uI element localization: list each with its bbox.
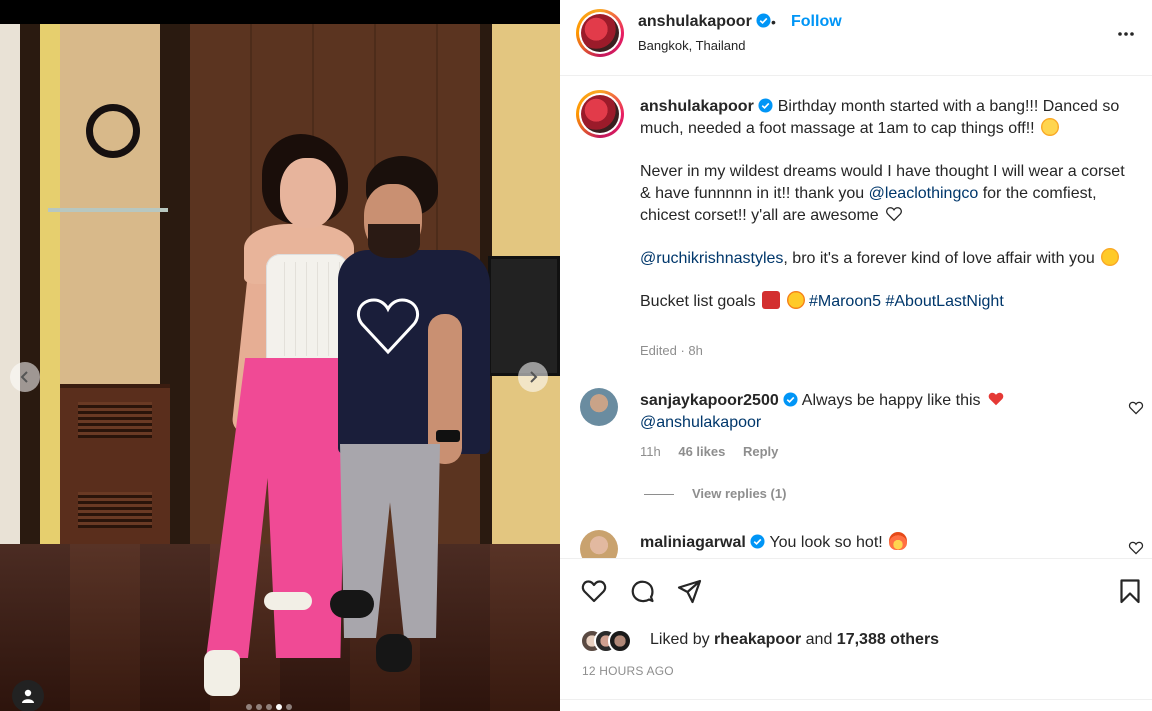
author-avatar[interactable] — [576, 9, 624, 57]
photo-man-shoe — [330, 590, 374, 618]
author-username-text[interactable]: anshulakapoor — [638, 13, 752, 30]
carousel-dot — [286, 704, 292, 710]
comment-avatar[interactable] — [580, 388, 618, 426]
rofl-emoji-icon — [1041, 118, 1060, 136]
tagged-users-button[interactable] — [12, 680, 44, 711]
user-icon — [22, 689, 34, 703]
verified-badge-icon — [758, 98, 773, 113]
photo-woman-face — [280, 158, 336, 228]
verified-badge-icon — [756, 13, 771, 28]
post-timestamp[interactable]: 12 HOURS AGO — [582, 664, 674, 678]
comment-username[interactable]: sanjaykapoor2500 — [640, 392, 779, 409]
liker-avatar[interactable] — [608, 629, 632, 653]
caption-username[interactable]: anshulakapoor — [640, 98, 754, 115]
caption-author-avatar[interactable] — [576, 90, 624, 138]
carousel-dots — [246, 704, 292, 710]
photo-vent — [78, 402, 152, 438]
liked-by-and: and — [805, 631, 833, 648]
photo-watch — [436, 430, 460, 442]
view-replies-label[interactable]: View replies (1) — [692, 486, 786, 501]
comment-meta: 11h 46 likes Reply — [640, 444, 792, 459]
photo-vent — [78, 492, 152, 528]
chevron-left-icon — [20, 371, 28, 383]
caption-para3-b: , bro it's a forever kind of love affair… — [783, 250, 1095, 267]
liked-by-others-link[interactable]: 17,388 others — [837, 631, 939, 648]
comment-body: You look so hot! — [769, 534, 883, 551]
kissing-emoji-icon — [1101, 248, 1120, 266]
photo-man-beard — [368, 224, 420, 258]
post-header: anshulakapoor • Follow Bangkok, Thailand — [560, 0, 1152, 76]
follow-button[interactable]: Follow — [791, 13, 842, 31]
save-bookmark-icon[interactable] — [1116, 577, 1144, 605]
mention-anshulakapoor[interactable]: @anshulakapoor — [640, 414, 761, 431]
caption-para4-a: Bucket list goals — [640, 293, 756, 310]
white-heart-emoji-icon — [886, 207, 903, 222]
share-send-icon[interactable] — [676, 577, 704, 605]
heart-eyes-emoji-icon — [786, 291, 805, 309]
carousel-dot — [246, 704, 252, 710]
mention-ruchikrishnastyles[interactable]: @ruchikrishnastyles — [640, 250, 783, 267]
red-heart-emoji-icon — [988, 392, 1004, 406]
post-side-panel: anshulakapoor • Follow Bangkok, Thailand… — [560, 0, 1152, 711]
liked-by-prefix: Liked by — [650, 631, 710, 648]
caption-edited-time: Edited · 8h — [640, 343, 703, 358]
comment-avatar[interactable] — [580, 530, 618, 558]
comment-bubble-icon[interactable] — [628, 577, 656, 605]
post-location[interactable]: Bangkok, Thailand — [638, 38, 745, 53]
photo-tv — [488, 256, 560, 376]
photo-woman-shoe — [264, 592, 312, 610]
hashtag-aboutlastnight[interactable]: #AboutLastNight — [885, 293, 1003, 310]
carousel-dot — [256, 704, 262, 710]
mention-leaclothingco[interactable]: @leaclothingco — [869, 185, 979, 202]
comment-like-heart-icon[interactable] — [1128, 400, 1144, 416]
carousel-dot — [266, 704, 272, 710]
comment-text: sanjaykapoor2500 Always be happy like th… — [640, 390, 1100, 434]
divider — [560, 699, 1152, 700]
photo-corset — [266, 254, 348, 364]
comment-time: 11h — [640, 444, 661, 459]
hundred-emoji-icon — [762, 291, 781, 309]
fire-emoji-icon — [889, 532, 908, 550]
verified-badge-icon — [750, 534, 765, 549]
photo-man-shoe — [376, 634, 412, 672]
chevron-right-icon — [530, 371, 538, 383]
more-options-icon[interactable] — [1114, 22, 1138, 46]
carousel-next-button[interactable] — [518, 362, 548, 392]
view-replies-line — [644, 494, 674, 496]
comment-like-heart-icon[interactable] — [1128, 540, 1144, 556]
caption-text: anshulakapoor Birthday month started wit… — [640, 96, 1130, 334]
comment-text: maliniagarwal You look so hot! — [640, 532, 1100, 554]
comment-body: Always be happy like this — [801, 392, 981, 409]
photo-shelf — [48, 208, 168, 212]
author-username[interactable]: anshulakapoor — [638, 13, 771, 31]
photo-woman-shoe — [204, 650, 240, 696]
post-photo[interactable] — [0, 24, 560, 711]
post-actions: Liked by rheakapoor and 17,388 others 12… — [560, 558, 1152, 710]
photo-tshirt-heart-print — [357, 298, 419, 355]
comment-username[interactable]: maliniagarwal — [640, 534, 746, 551]
verified-badge-icon — [783, 392, 798, 407]
photo-cabinet — [60, 384, 170, 544]
liked-by-user-link[interactable]: rheakapoor — [714, 631, 801, 648]
like-heart-icon[interactable] — [580, 577, 608, 605]
comment-reply-button[interactable]: Reply — [743, 444, 778, 459]
comment-likes[interactable]: 46 likes — [678, 444, 725, 459]
liker-avatars — [580, 629, 650, 653]
header-separator: • — [771, 14, 776, 30]
comment-item: maliniagarwal You look so hot! — [560, 530, 1152, 558]
photo-mirror — [86, 104, 140, 158]
hashtag-maroon5[interactable]: #Maroon5 — [809, 293, 881, 310]
view-replies-button[interactable]: View replies (1) — [644, 486, 786, 501]
post-photo-panel — [0, 0, 560, 711]
carousel-dot-active — [276, 704, 282, 710]
carousel-prev-button[interactable] — [10, 362, 40, 392]
likes-text: Liked by rheakapoor and 17,388 others — [650, 631, 939, 649]
